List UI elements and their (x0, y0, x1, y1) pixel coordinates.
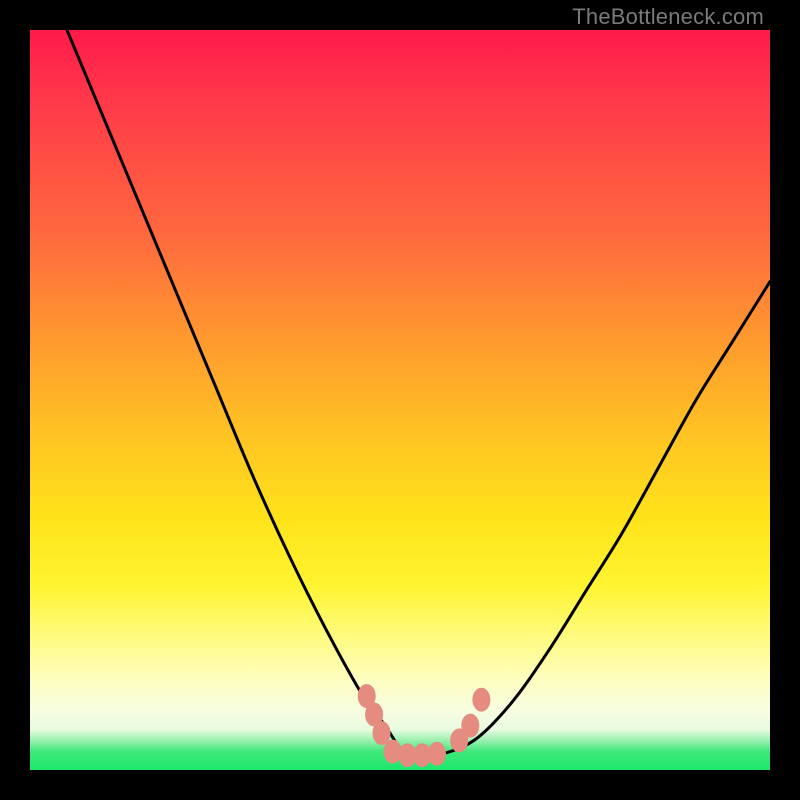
valley-marker-3 (413, 743, 431, 767)
left-shoulder-marker-3 (373, 721, 391, 745)
left-shoulder-marker-2 (365, 703, 383, 727)
right-shoulder-marker-3 (472, 688, 490, 712)
curve-layer (30, 30, 770, 770)
right-shoulder-marker-1 (450, 728, 468, 752)
valley-marker-4 (428, 742, 446, 766)
left-shoulder-marker-1 (358, 684, 376, 708)
bottleneck-curve (67, 30, 770, 757)
watermark-text: TheBottleneck.com (572, 4, 764, 30)
valley-marker-2 (398, 743, 416, 767)
plot-area (30, 30, 770, 770)
valley-marker-1 (384, 740, 402, 764)
right-shoulder-marker-2 (461, 714, 479, 738)
curve-markers (358, 684, 491, 767)
chart-stage: TheBottleneck.com (0, 0, 800, 800)
